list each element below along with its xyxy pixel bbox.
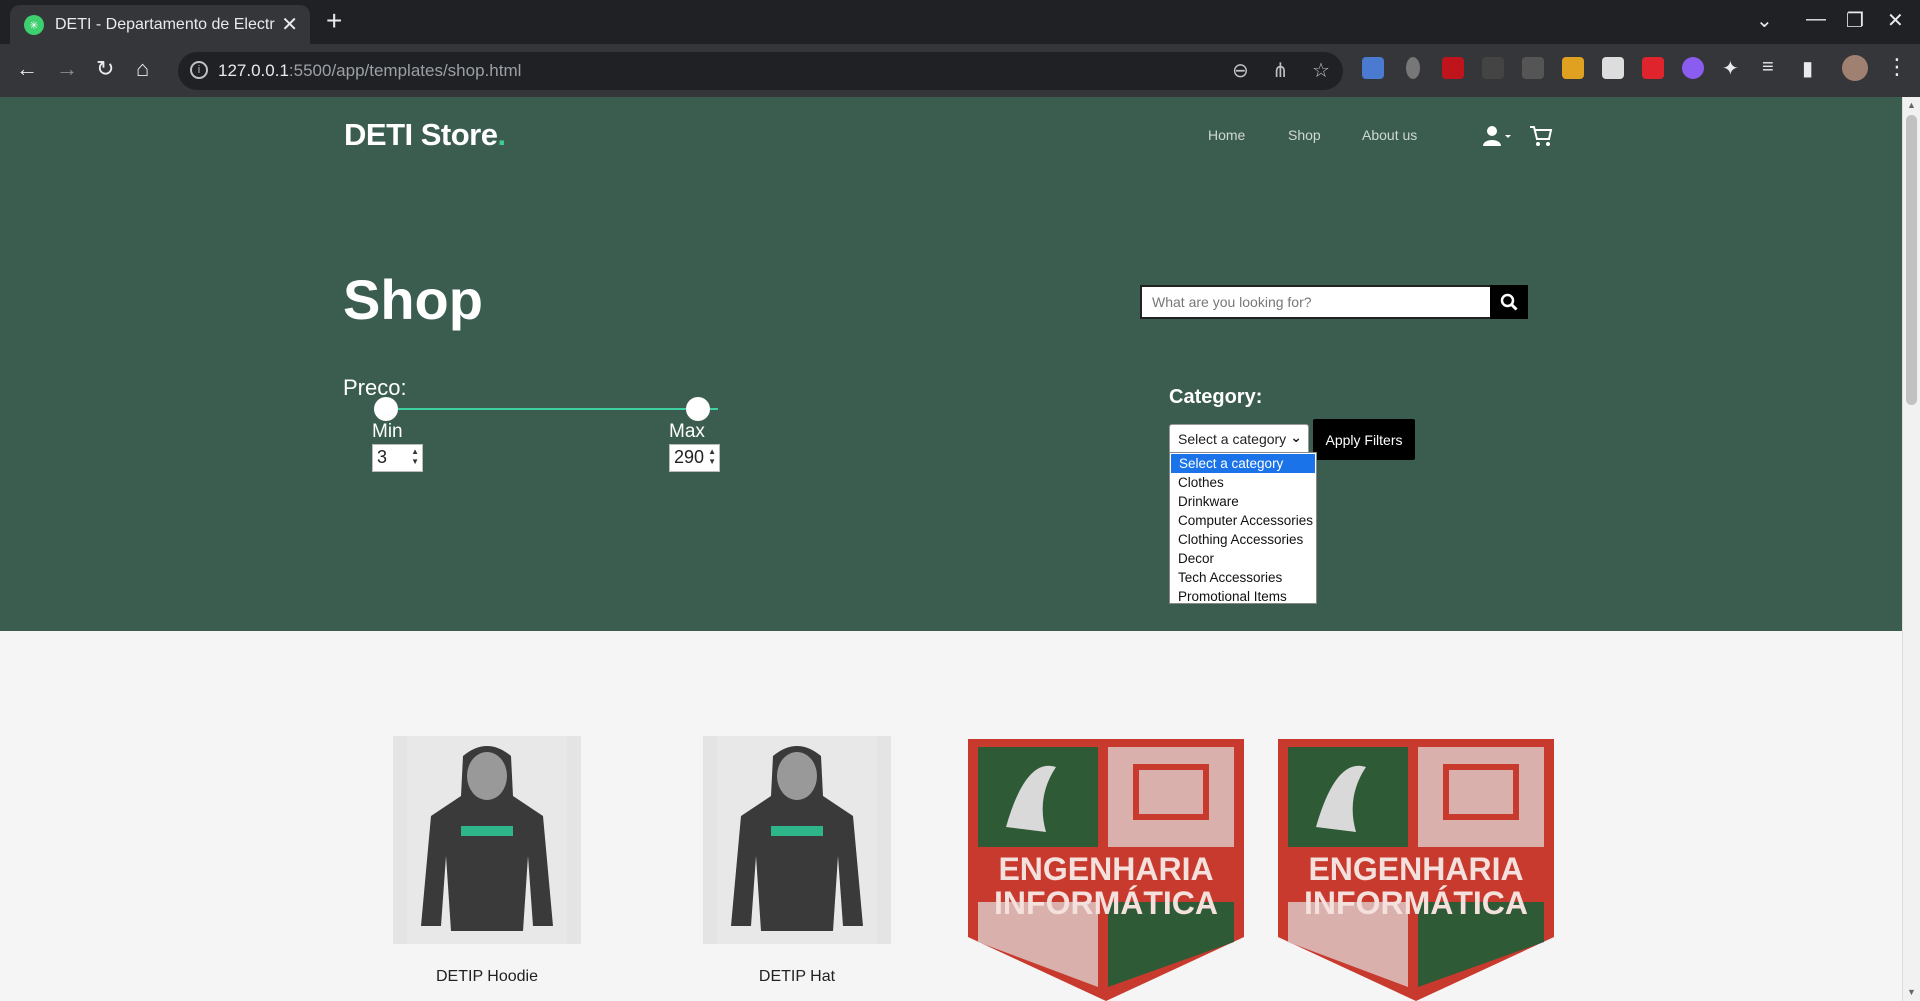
extensions-puzzle-icon[interactable]: ✦	[1722, 56, 1739, 81]
new-tab-button[interactable]: +	[326, 5, 342, 37]
chevron-down-icon: ⌄	[1290, 429, 1302, 445]
zoom-icon[interactable]: ⊖	[1232, 58, 1249, 83]
ai-extension-icon[interactable]	[1682, 57, 1704, 79]
deti-favicon-icon: ✳	[24, 15, 44, 35]
media-extension-icon[interactable]	[1642, 57, 1664, 79]
nav-home[interactable]: Home	[1208, 127, 1245, 143]
category-option[interactable]: Select a category	[1171, 454, 1315, 473]
color-extension-icon[interactable]	[1562, 57, 1584, 79]
product-image-patch[interactable]: ENGENHARIA INFORMÁTICA	[966, 737, 1246, 1001]
scroll-down-arrow[interactable]: ▼	[1907, 987, 1916, 997]
scroll-up-arrow[interactable]: ▲	[1907, 100, 1916, 110]
brand-text: DETI Store	[344, 117, 498, 152]
nav-shop[interactable]: Shop	[1288, 127, 1321, 143]
category-label: Category:	[1169, 386, 1263, 408]
site-brand[interactable]: DETI Store.	[344, 117, 506, 153]
media-queue-icon[interactable]: ≡	[1762, 56, 1774, 79]
tab-search-icon[interactable]: ⌄	[1756, 8, 1773, 33]
badge-text-line2: INFORMÁTICA	[1304, 885, 1528, 921]
page-title: Shop	[343, 268, 483, 331]
extension-icon[interactable]	[1406, 57, 1420, 79]
bookmark-star-icon[interactable]: ☆	[1312, 58, 1330, 83]
product-name[interactable]: DETIP Hat	[697, 968, 897, 986]
product-name[interactable]: DETIP Hoodie	[387, 968, 587, 986]
category-option[interactable]: Computer Accessories	[1170, 511, 1316, 530]
max-price-spinner[interactable]: ▲ ▼	[708, 447, 716, 467]
product-image-patch[interactable]: ENGENHARIA INFORMÁTICA	[1276, 737, 1556, 1001]
category-option[interactable]: Drinkware	[1170, 492, 1316, 511]
translate-extension-icon[interactable]	[1362, 57, 1384, 79]
glasses-extension-icon[interactable]	[1522, 57, 1544, 79]
min-label: Min	[372, 421, 403, 442]
minimize-button[interactable]: —	[1806, 8, 1826, 31]
paw-extension-icon[interactable]	[1482, 57, 1504, 79]
search-bar	[1140, 285, 1528, 319]
category-selected-value: Select a category	[1178, 431, 1287, 447]
share-icon[interactable]: ⋔	[1272, 58, 1289, 83]
min-price-value: 3	[377, 447, 388, 467]
badge-text-line1: ENGENHARIA	[1308, 851, 1523, 887]
price-filter-label: Preco:	[343, 375, 407, 400]
close-window-button[interactable]: ✕	[1887, 8, 1904, 33]
url-host: 127.0.0.1	[218, 61, 289, 80]
min-price-spinner[interactable]: ▲ ▼	[411, 447, 419, 467]
product-image-hoodie[interactable]	[393, 736, 581, 944]
url-path: :5500/app/templates/shop.html	[288, 61, 522, 80]
min-price-input[interactable]: 3 ▲ ▼	[372, 444, 423, 472]
user-icon[interactable]	[1483, 125, 1513, 152]
browser-toolbar: ← → ↻ ⌂ i 127.0.0.1:5500/app/templates/s…	[0, 44, 1920, 97]
reload-icon[interactable]: ↻	[96, 56, 114, 82]
price-max-thumb[interactable]	[686, 397, 710, 421]
category-option[interactable]: Clothing Accessories	[1170, 530, 1316, 549]
search-button[interactable]	[1490, 285, 1528, 319]
menu-kebab-icon[interactable]: ⋮	[1886, 54, 1908, 80]
nav-about-us[interactable]: About us	[1362, 127, 1417, 143]
max-price-value: 290	[674, 447, 705, 467]
category-option[interactable]: Promotional Items	[1170, 587, 1316, 606]
browser-tab-bar: ✳ DETI - Departamento de Electrónica ✕ +…	[0, 0, 1920, 44]
price-slider-track[interactable]	[374, 408, 718, 410]
browser-tab[interactable]: ✳ DETI - Departamento de Electrónica ✕	[10, 5, 310, 44]
category-option[interactable]: Clothes	[1170, 473, 1316, 492]
brand-dot: .	[497, 117, 506, 152]
category-option[interactable]: Decor	[1170, 549, 1316, 568]
page-scrollbar[interactable]: ▲ ▼	[1902, 97, 1920, 1001]
url-text[interactable]: 127.0.0.1:5500/app/templates/shop.html	[218, 61, 521, 81]
tab-close-icon[interactable]: ✕	[281, 12, 298, 37]
profile-avatar[interactable]	[1842, 55, 1868, 81]
max-label: Max	[669, 421, 705, 442]
badge-text-line2: INFORMÁTICA	[994, 885, 1218, 921]
restore-button[interactable]: ❐	[1846, 8, 1864, 33]
apply-filters-button[interactable]: Apply Filters	[1313, 419, 1415, 460]
category-select[interactable]: Select a category ⌄	[1169, 424, 1309, 455]
address-bar[interactable]: i 127.0.0.1:5500/app/templates/shop.html…	[178, 52, 1343, 90]
price-min-thumb[interactable]	[374, 397, 398, 421]
badge-text-line1: ENGENHARIA	[998, 851, 1213, 887]
page: DETI Store. Home Shop About us Shop Prec…	[0, 97, 1902, 1001]
side-panel-icon[interactable]: ▮	[1802, 56, 1813, 81]
hero-section: DETI Store. Home Shop About us Shop Prec…	[0, 97, 1902, 631]
panda-extension-icon[interactable]	[1602, 57, 1624, 79]
home-icon[interactable]: ⌂	[136, 56, 149, 82]
cart-icon[interactable]	[1529, 125, 1553, 152]
search-icon	[1500, 293, 1518, 311]
category-dropdown-list: Select a category Clothes Drinkware Comp…	[1169, 452, 1317, 604]
search-input[interactable]	[1140, 285, 1492, 319]
site-info-icon[interactable]: i	[190, 61, 208, 79]
product-image-hat[interactable]	[703, 736, 891, 944]
ublock-icon[interactable]	[1442, 57, 1464, 79]
max-price-input[interactable]: 290 ▲ ▼	[669, 444, 720, 472]
back-icon[interactable]: ←	[16, 56, 38, 82]
scroll-thumb[interactable]	[1906, 115, 1917, 405]
forward-icon[interactable]: →	[56, 56, 78, 82]
category-option[interactable]: Tech Accessories	[1170, 568, 1316, 587]
tab-title: DETI - Departamento de Electrónica	[55, 16, 275, 33]
